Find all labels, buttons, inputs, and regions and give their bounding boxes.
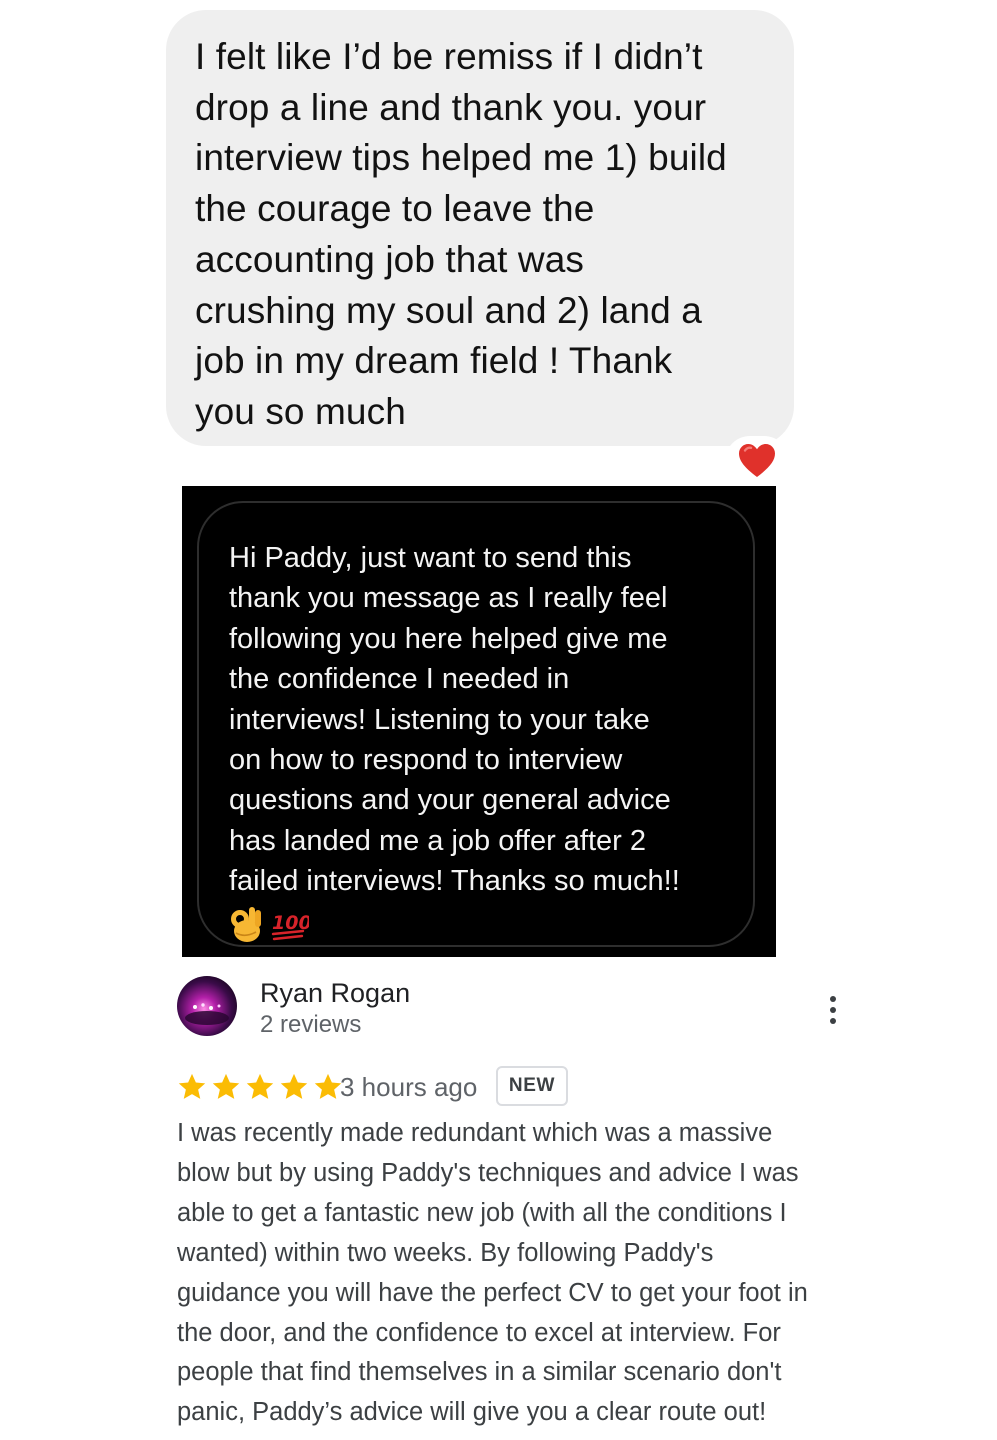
hundred-points-icon: 100 [271, 912, 309, 940]
reviewer-name[interactable]: Ryan Rogan [260, 977, 410, 1009]
star-icon [280, 1073, 308, 1099]
ok-hand-icon [231, 906, 261, 942]
star-icon [246, 1073, 274, 1099]
avatar-image [177, 976, 237, 1036]
emoji-row: 100 [229, 904, 733, 944]
heart-icon [739, 444, 775, 477]
review-time: 3 hours ago [340, 1072, 478, 1102]
star-icon [212, 1073, 240, 1099]
message-screenshot-2: Hi Paddy, just want to send this thank y… [182, 486, 776, 957]
message-2-text: Hi Paddy, just want to send this thank y… [229, 542, 680, 898]
star-rating [176, 1071, 344, 1103]
review-count: 2 reviews [260, 1011, 362, 1038]
message-bubble-1: I felt like I’d be remiss if I didn’t dr… [166, 10, 794, 446]
review-text: I was recently made redundant which was … [177, 1119, 808, 1427]
heart-reaction[interactable] [725, 436, 789, 486]
more-options-button[interactable] [818, 990, 848, 1030]
more-vert-icon [830, 996, 836, 1002]
message-1-text: I felt like I’d be remiss if I didn’t dr… [195, 36, 727, 432]
star-icon [178, 1073, 206, 1099]
new-badge: NEW [496, 1066, 568, 1106]
message-bubble-2: Hi Paddy, just want to send this thank y… [197, 501, 755, 947]
avatar[interactable] [177, 976, 237, 1036]
